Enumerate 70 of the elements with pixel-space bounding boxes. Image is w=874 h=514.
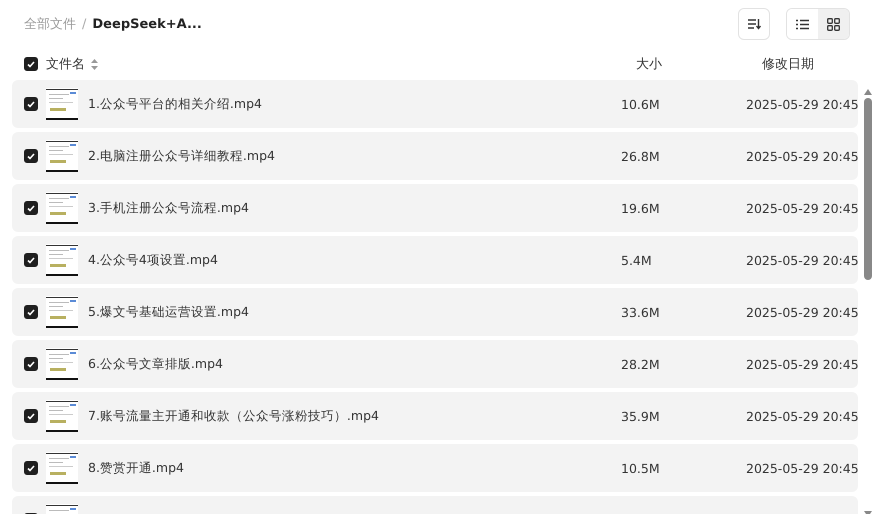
row-checkbox[interactable]: [24, 201, 38, 215]
file-size: 5.4M: [621, 252, 653, 268]
file-name[interactable]: 8.赞赏开通.mp4: [88, 460, 184, 476]
check-icon: [27, 256, 35, 264]
file-row[interactable]: 3.手机注册公众号流程.mp4 19.6M 2025-05-29 20:45: [12, 184, 858, 232]
check-icon: [27, 60, 35, 68]
row-checkbox[interactable]: [24, 149, 38, 163]
video-thumbnail: [46, 296, 78, 328]
sort-button[interactable]: [738, 8, 770, 40]
check-icon: [27, 308, 35, 316]
breadcrumb-separator: /: [82, 16, 86, 32]
row-checkbox[interactable]: [24, 305, 38, 319]
video-thumbnail: [46, 88, 78, 120]
file-row[interactable]: 4.公众号4项设置.mp4 5.4M 2025-05-29 20:45: [12, 236, 858, 284]
file-size: 26.8M: [621, 148, 661, 164]
file-size: 35.9M: [621, 408, 661, 424]
modified-date: 2025-05-29 20:45: [746, 356, 858, 372]
check-icon: [27, 152, 35, 160]
check-icon: [27, 204, 35, 212]
file-row[interactable]: 8.赞赏开通.mp4 10.5M 2025-05-29 20:45: [12, 444, 858, 492]
file-size: 28.2M: [621, 356, 661, 372]
select-all-checkbox[interactable]: [24, 57, 38, 71]
file-row[interactable]: 2.电脑注册公众号详细教程.mp4 26.8M 2025-05-29 20:45: [12, 132, 858, 180]
file-name[interactable]: 1.公众号平台的相关介绍.mp4: [88, 96, 262, 112]
video-thumbnail: [46, 192, 78, 224]
modified-date: 2025-05-29 20:45: [746, 252, 858, 268]
file-name[interactable]: 5.爆文号基础运营设置.mp4: [88, 304, 249, 320]
modified-date: 2025-05-29 20:45: [746, 460, 858, 476]
row-checkbox[interactable]: [24, 409, 38, 423]
video-thumbnail: [46, 348, 78, 380]
check-icon: [27, 100, 35, 108]
file-name[interactable]: 7.账号流量主开通和收款（公众号涨粉技巧）.mp4: [88, 408, 379, 424]
row-checkbox[interactable]: [24, 253, 38, 267]
breadcrumb-item: DeepSeek+A...: [92, 16, 202, 32]
file-size: 19.6M: [621, 200, 661, 216]
file-name[interactable]: 2.电脑注册公众号详细教程.mp4: [88, 148, 275, 164]
video-thumbnail: [46, 244, 78, 276]
file-row[interactable]: 7.账号流量主开通和收款（公众号涨粉技巧）.mp4 35.9M 2025-05-29 20:45: [12, 392, 858, 440]
file-name[interactable]: 4.公众号4项设置.mp4: [88, 252, 218, 268]
grid-icon: [827, 18, 840, 30]
video-thumbnail: [46, 140, 78, 172]
file-row[interactable]: 6.公众号文章排版.mp4 28.2M 2025-05-29 20:45: [12, 340, 858, 388]
modified-date: 2025-05-29 20:45: [746, 148, 858, 164]
check-icon: [27, 360, 35, 368]
modified-date: 2025-05-29 20:45: [746, 96, 858, 112]
check-icon: [27, 412, 35, 420]
list-icon: [796, 18, 809, 30]
modified-date: 2025-05-29 20:45: [746, 200, 858, 216]
file-row[interactable]: 5.爆文号基础运营设置.mp4 33.6M 2025-05-29 20:45: [12, 288, 858, 336]
modified-date: 2025-05-29 20:45: [746, 304, 858, 320]
sort-icon: [747, 18, 761, 30]
check-icon: [27, 464, 35, 472]
column-header: 大小: [636, 56, 663, 73]
row-checkbox[interactable]: [24, 461, 38, 475]
modified-date: 2025-05-29 20:45: [746, 408, 858, 424]
column-header: 修改日期: [762, 56, 815, 73]
file-row[interactable]: 1.公众号平台的相关介绍.mp4 10.6M 2025-05-29 20:45: [12, 80, 858, 128]
file-size: 10.5M: [621, 460, 661, 476]
file-name[interactable]: 3.手机注册公众号流程.mp4: [88, 200, 249, 216]
video-thumbnail: [46, 452, 78, 484]
row-checkbox[interactable]: [24, 357, 38, 371]
file-size: 10.6M: [621, 96, 661, 112]
file-size: 33.6M: [621, 304, 661, 320]
scroll-up-icon[interactable]: [863, 88, 873, 96]
file-name[interactable]: 6.公众号文章排版.mp4: [88, 356, 223, 372]
grid-view-button[interactable]: [818, 9, 849, 39]
row-checkbox[interactable]: [24, 97, 38, 111]
column-header[interactable]: 文件名: [46, 55, 85, 73]
video-thumbnail: [46, 400, 78, 432]
sort-arrows-icon[interactable]: [91, 58, 98, 70]
